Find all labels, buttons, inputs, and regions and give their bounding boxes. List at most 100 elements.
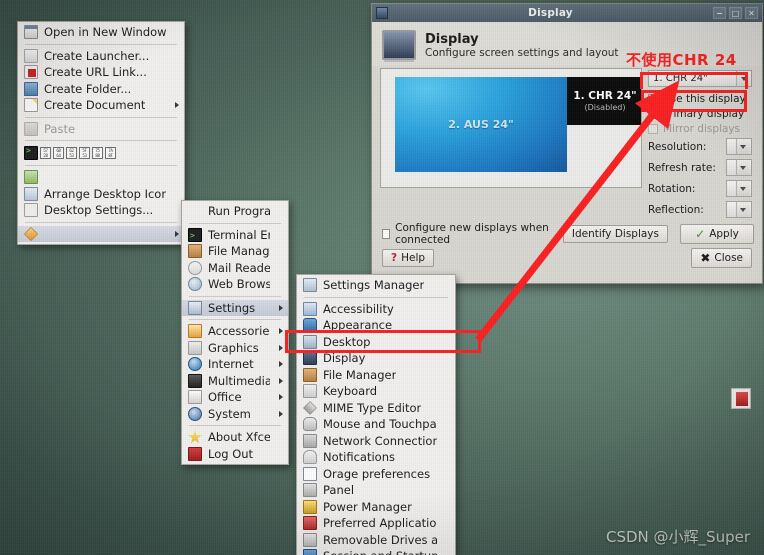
menu-item-office[interactable]: Office <box>182 389 288 406</box>
close-button[interactable]: ✖ Close <box>691 248 752 268</box>
reflection-label: Reflection: <box>648 203 704 216</box>
titlebar-buttons: − □ ✕ <box>713 7 758 19</box>
output-selector-combobox[interactable]: 1. CHR 24" <box>648 70 752 87</box>
menu-item-network-connections[interactable]: Network Connections <box>297 433 455 450</box>
menu-item-system[interactable]: System <box>182 406 288 423</box>
menu-item-terminal-emulator[interactable]: Terminal Emulator <box>182 227 288 244</box>
menu-item-notifications[interactable]: Notifications <box>297 449 455 466</box>
reflection-combobox[interactable] <box>726 201 752 218</box>
menu-item-power-manager[interactable]: Power Manager <box>297 499 455 516</box>
menu-item-mime-type-editor[interactable]: MIME Type Editor <box>297 400 455 417</box>
rotation-combobox[interactable] <box>726 180 752 197</box>
menu-separator <box>25 116 177 118</box>
menu-item-settings-manager[interactable]: Settings Manager <box>297 277 455 294</box>
display-dialog-window[interactable]: Display − □ ✕ Display Configure screen s… <box>371 3 763 284</box>
menu-item-settings[interactable]: Settings <box>182 299 288 316</box>
submenu-arrow-icon <box>279 328 283 335</box>
submenu-arrow-icon <box>175 230 179 237</box>
menu-item-file-manager[interactable]: File Manager <box>297 367 455 384</box>
refresh-rate-combobox[interactable] <box>726 159 752 176</box>
menu-item-desktop[interactable]: Desktop <box>297 334 455 351</box>
chevron-down-icon[interactable] <box>736 160 749 175</box>
rotation-label: Rotation: <box>648 182 696 195</box>
accessibility-icon <box>303 301 317 316</box>
chevron-down-icon[interactable] <box>736 139 749 154</box>
close-window-button[interactable]: ✕ <box>745 7 758 19</box>
menu-item-properties[interactable]: Desktop Settings... <box>18 202 184 219</box>
chevron-down-icon[interactable] <box>736 202 749 217</box>
chevron-down-icon[interactable] <box>736 181 749 196</box>
menu-item-label: Panel <box>323 483 355 497</box>
menu-item-accessibility[interactable]: Accessibility <box>297 301 455 318</box>
menu-item-label: MIME Type Editor <box>323 400 422 415</box>
settings-submenu[interactable]: Settings Manager Accessibility Appearanc… <box>296 274 456 555</box>
menu-item-arrange-desktop-icons[interactable] <box>18 169 184 186</box>
menu-item-multimedia[interactable]: Multimedia <box>182 373 288 390</box>
monitor-preview-aus[interactable]: 2. AUS 24" <box>395 77 567 172</box>
menu-item-create-document[interactable]: Create Document <box>18 97 184 114</box>
menu-item-orage-preferences[interactable]: Orage preferences <box>297 466 455 483</box>
menu-separator <box>25 140 177 141</box>
menu-item-appearance[interactable]: Appearance <box>297 317 455 334</box>
display-dialog-titlebar[interactable]: Display − □ ✕ <box>372 4 762 22</box>
minimize-button[interactable]: − <box>713 7 726 19</box>
primary-display-label: Primary display <box>663 107 745 120</box>
resolution-combobox[interactable] <box>726 138 752 155</box>
menu-item-panel[interactable]: Panel <box>297 482 455 499</box>
menu-item-run-program[interactable]: Run Program... <box>182 203 288 220</box>
maximize-button[interactable]: □ <box>729 7 742 19</box>
checkbox-box[interactable] <box>382 229 391 239</box>
menu-item-removable-drives-and-media[interactable]: Removable Drives and Media <box>297 532 455 549</box>
chevron-down-icon[interactable] <box>736 71 751 86</box>
apply-button[interactable]: ✓ Apply <box>680 224 754 244</box>
menu-item-label: Paste <box>44 121 76 136</box>
menu-item-glyph-row[interactable]: 5728 6B64 6253 5F53 7588 7A8F <box>18 144 184 162</box>
submenu-arrow-icon <box>279 344 283 351</box>
orage-icon <box>303 466 317 481</box>
checkbox-box[interactable] <box>648 108 658 119</box>
menu-item-accessories[interactable]: Accessories <box>182 323 288 340</box>
menu-item-create-folder[interactable]: Create Folder... <box>18 81 184 98</box>
help-button[interactable]: ? Help <box>382 249 435 267</box>
checkbox-box[interactable] <box>648 93 658 104</box>
menu-item-web-browser[interactable]: Web Browser <box>182 276 288 293</box>
menu-item-mail-reader[interactable]: Mail Reader <box>182 260 288 277</box>
use-this-display-checkbox[interactable]: Use this display <box>648 91 752 106</box>
run-program-icon <box>188 204 202 218</box>
menu-item-label: Settings Manager <box>323 278 425 292</box>
monitor-chr-name: 1. CHR 24" <box>573 90 637 102</box>
configure-new-displays-checkbox[interactable]: Configure new displays when connected <box>382 222 557 246</box>
menu-item-graphics[interactable]: Graphics <box>182 340 288 357</box>
menu-item-open-in-new-window[interactable]: Open in New Window <box>18 24 184 41</box>
menu-item-log-out[interactable]: Log Out <box>182 446 288 463</box>
monitor-layout-preview[interactable]: 2. AUS 24" 1. CHR 24" (Disabled) <box>380 68 642 188</box>
identify-displays-button[interactable]: Identify Displays <box>562 225 668 243</box>
file-manager-icon <box>188 244 202 259</box>
menu-item-applications[interactable] <box>18 225 184 242</box>
menu-item-keyboard[interactable]: Keyboard <box>297 383 455 400</box>
menu-item-about-xfce[interactable]: About Xfce <box>182 429 288 446</box>
menu-item-label: Arrange Desktop Icons <box>44 186 166 201</box>
menu-item-label: Accessories <box>208 324 270 338</box>
desktop-context-menu[interactable]: Open in New Window Create Launcher... Cr… <box>17 21 185 245</box>
menu-item-file-manager[interactable]: File Manager <box>182 243 288 260</box>
trash-icon[interactable] <box>731 388 751 409</box>
menu-item-create-url-link[interactable]: Create URL Link... <box>18 64 184 81</box>
menu-separator <box>25 43 177 45</box>
applications-submenu[interactable]: Run Program... Terminal Emulator File Ma… <box>181 200 289 465</box>
menu-item-preferred-applications[interactable]: Preferred Applications <box>297 515 455 532</box>
menu-item-session-and-startup[interactable]: Session and Startup <box>297 548 455 555</box>
menu-separator <box>189 222 281 224</box>
menu-item-create-launcher[interactable]: Create Launcher... <box>18 48 184 65</box>
menu-item-display[interactable]: Display <box>297 350 455 367</box>
menu-item-desktop-settings[interactable]: Arrange Desktop Icons <box>18 186 184 203</box>
display-monitor-icon <box>382 30 416 60</box>
web-browser-icon <box>188 277 202 292</box>
menu-item-label: Display <box>323 351 366 365</box>
menu-item-internet[interactable]: Internet <box>182 356 288 373</box>
accessories-icon <box>188 324 202 339</box>
display-settings-pane: 1. CHR 24" Use this display Primary disp… <box>648 68 752 220</box>
menu-item-mouse-and-touchpad[interactable]: Mouse and Touchpad <box>297 416 455 433</box>
primary-display-checkbox[interactable]: Primary display <box>648 106 752 121</box>
monitor-preview-chr[interactable]: 1. CHR 24" (Disabled) <box>567 77 641 125</box>
